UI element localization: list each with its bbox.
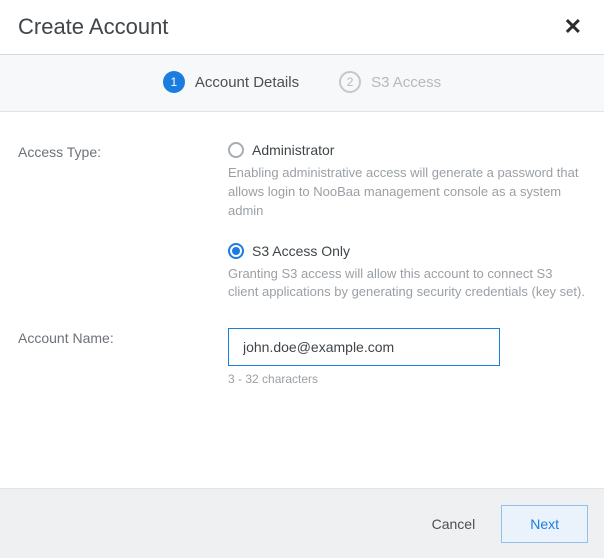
access-type-label: Access Type:: [18, 142, 228, 160]
radio-head: S3 Access Only: [228, 243, 586, 259]
radio-s3-access-only[interactable]: S3 Access Only Granting S3 access will a…: [228, 243, 586, 303]
account-name-hint: 3 - 32 characters: [228, 372, 586, 386]
step-account-details[interactable]: 1 Account Details: [163, 71, 299, 93]
wizard-stepper: 1 Account Details 2 S3 Access: [0, 55, 604, 112]
account-name-label: Account Name:: [18, 328, 228, 346]
radio-icon: [228, 142, 244, 158]
next-button[interactable]: Next: [501, 505, 588, 543]
step-number-badge: 1: [163, 71, 185, 93]
cancel-button[interactable]: Cancel: [420, 508, 488, 540]
access-type-radio-group: Administrator Enabling administrative ac…: [228, 142, 586, 302]
close-button[interactable]: ✕: [560, 16, 586, 38]
dialog-body: Access Type: Administrator Enabling admi…: [0, 112, 604, 422]
access-type-row: Access Type: Administrator Enabling admi…: [18, 142, 586, 302]
dialog-title: Create Account: [18, 14, 168, 40]
access-type-control: Administrator Enabling administrative ac…: [228, 142, 586, 302]
account-name-row: Account Name: 3 - 32 characters: [18, 328, 586, 386]
radio-head: Administrator: [228, 142, 586, 158]
radio-label: S3 Access Only: [252, 243, 350, 259]
radio-label: Administrator: [252, 142, 334, 158]
radio-description: Granting S3 access will allow this accou…: [228, 265, 586, 303]
dialog-header: Create Account ✕: [0, 0, 604, 55]
dialog-footer: Cancel Next: [0, 488, 604, 558]
step-s3-access[interactable]: 2 S3 Access: [339, 71, 441, 93]
close-icon: ✕: [564, 14, 582, 39]
account-name-control: 3 - 32 characters: [228, 328, 586, 386]
step-number-badge: 2: [339, 71, 361, 93]
step-label: S3 Access: [371, 74, 441, 91]
radio-description: Enabling administrative access will gene…: [228, 164, 586, 221]
radio-icon: [228, 243, 244, 259]
radio-administrator[interactable]: Administrator Enabling administrative ac…: [228, 142, 586, 221]
radio-dot-icon: [232, 247, 240, 255]
step-label: Account Details: [195, 74, 299, 91]
account-name-input[interactable]: [228, 328, 500, 366]
